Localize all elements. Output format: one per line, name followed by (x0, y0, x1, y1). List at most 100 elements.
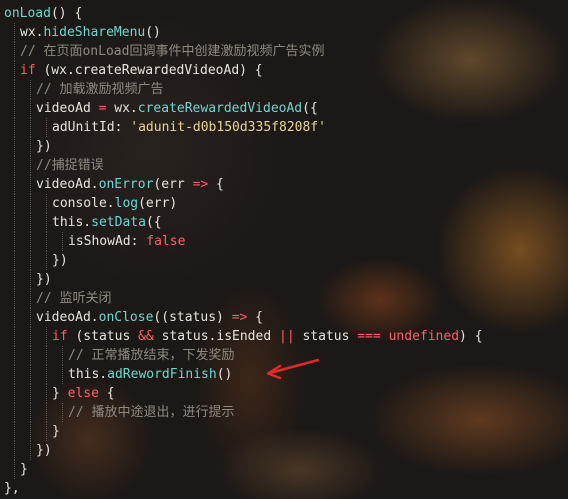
indent-guide (14, 80, 15, 99)
indent-guide (30, 270, 31, 289)
code-line[interactable]: console.log(err) (52, 194, 177, 213)
annotation-arrow (266, 358, 320, 380)
code-token: => (192, 177, 209, 192)
code-token: isShowAd: (68, 234, 147, 249)
indent-guide (14, 441, 15, 460)
code-token: hideShareMenu (43, 25, 146, 40)
code-token: wx. (106, 101, 138, 116)
code-token: videoAd. (36, 310, 99, 325)
indent-guide (62, 346, 63, 365)
code-token: // 正常播放结束，下发奖励 (68, 348, 235, 363)
code-token: adUnitId: (52, 120, 131, 135)
code-line[interactable]: if (wx.createRewardedVideoAd) { (20, 61, 263, 80)
code-editor[interactable]: onLoad() {wx.hideShareMenu()// 在页面onLoad… (0, 0, 568, 499)
code-line[interactable]: if (status && status.isEnded || status =… (52, 327, 483, 346)
code-line[interactable]: // 播放中途退出，进行提示 (68, 403, 234, 422)
code-token: || (279, 329, 295, 344)
indent-guide (14, 308, 15, 327)
code-token: ({ (145, 215, 162, 230)
indent-guide (30, 365, 31, 384)
code-token: } (20, 462, 28, 477)
indent-guide (30, 232, 31, 251)
indent-guide (14, 460, 15, 479)
code-token: // 监听关闭 (36, 291, 112, 306)
code-token: onLoad (4, 6, 51, 21)
code-line[interactable]: videoAd.onError(err => { (36, 175, 224, 194)
code-line[interactable]: //捕捉错误 (36, 156, 104, 175)
code-line[interactable]: onLoad() { (4, 4, 82, 23)
code-line[interactable]: } (20, 460, 28, 479)
code-line[interactable]: }) (36, 137, 52, 156)
code-token: === (357, 329, 381, 344)
code-token: () (145, 25, 161, 40)
indent-guide (46, 365, 47, 384)
code-line[interactable]: isShowAd: false (68, 232, 185, 251)
indent-guide (14, 137, 15, 156)
code-token: videoAd (36, 101, 99, 116)
code-line[interactable]: this.adRewordFinish() (68, 365, 232, 384)
code-token: } (52, 424, 60, 439)
code-token: else (67, 386, 99, 401)
code-line[interactable]: }) (36, 270, 52, 289)
indent-guide (62, 403, 63, 422)
code-token: if (52, 329, 68, 344)
indent-guide (30, 194, 31, 213)
code-token: }) (36, 272, 52, 287)
code-line[interactable]: } (52, 422, 60, 441)
indent-guide (14, 213, 15, 232)
indent-guide (14, 365, 15, 384)
code-line[interactable]: // 正常播放结束，下发奖励 (68, 346, 234, 365)
code-line[interactable]: adUnitId: 'adunit-d0b150d335f8208f' (52, 118, 326, 137)
code-token: // 在页面onLoad回调事件中创建激励视频广告实例 (20, 44, 325, 59)
code-token: { (98, 386, 115, 401)
code-token: ((status) (153, 310, 232, 325)
code-token: status.isEnded (153, 329, 279, 344)
code-line[interactable]: // 加载激励视频广告 (36, 80, 163, 99)
indent-guide (30, 99, 31, 118)
code-token: }) (36, 139, 52, 154)
indent-guide (14, 175, 15, 194)
code-token: => (231, 310, 248, 325)
indent-guide (14, 289, 15, 308)
code-line[interactable]: // 监听关闭 (36, 289, 111, 308)
code-line[interactable]: videoAd = wx.createRewardedVideoAd({ (36, 99, 318, 118)
code-line[interactable]: this.setData({ (52, 213, 162, 232)
indent-guide (30, 80, 31, 99)
code-token: (wx.createRewardedVideoAd) { (35, 63, 263, 78)
code-line[interactable]: }) (52, 251, 68, 270)
code-token: }) (52, 253, 68, 268)
code-token: (status (67, 329, 139, 344)
code-line[interactable]: }, (4, 479, 20, 498)
code-line[interactable]: }) (36, 441, 52, 460)
code-line[interactable]: // 在页面onLoad回调事件中创建激励视频广告实例 (20, 42, 324, 61)
code-token: onError (98, 177, 154, 192)
indent-guide (46, 213, 47, 232)
indent-guide (14, 327, 15, 346)
code-token: && (138, 329, 154, 344)
indent-guide (46, 194, 47, 213)
indent-guide (14, 232, 15, 251)
indent-guide (14, 61, 15, 80)
indent-guide (14, 23, 15, 42)
indent-guide (14, 118, 15, 137)
code-line[interactable]: wx.hideShareMenu() (20, 23, 161, 42)
indent-guide (30, 441, 31, 460)
code-line[interactable]: videoAd.onClose((status) => { (36, 308, 263, 327)
code-line[interactable]: } else { (52, 384, 115, 403)
indent-guide (30, 213, 31, 232)
code-token: }) (36, 443, 52, 458)
indent-guide (30, 156, 31, 175)
code-token: adRewordFinish (107, 367, 217, 382)
code-token: ({ (302, 101, 318, 116)
indent-guide (46, 232, 47, 251)
code-token: ) { (459, 329, 483, 344)
indent-guide (14, 422, 15, 441)
code-token: false (146, 234, 186, 249)
indent-guide (30, 175, 31, 194)
indent-guide (62, 232, 63, 251)
indent-guide (14, 251, 15, 270)
code-token: // 加载激励视频广告 (36, 82, 164, 97)
indent-guide (30, 346, 31, 365)
code-token: if (20, 63, 36, 78)
